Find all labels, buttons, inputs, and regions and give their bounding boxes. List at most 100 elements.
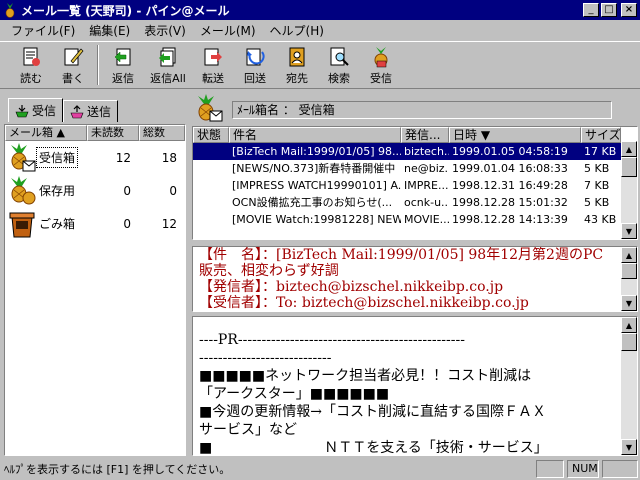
column-status[interactable]: 状態 xyxy=(193,127,229,143)
address-button[interactable]: 宛先 xyxy=(276,42,318,88)
reply-all-icon xyxy=(159,47,176,67)
maximize-button[interactable]: □ xyxy=(601,3,617,17)
read-icon xyxy=(23,47,40,66)
mail-subject: OCN設備拡充工事のお知らせ(... xyxy=(232,196,393,209)
folder-list-header: メール箱 ▲ 未読数 総数 xyxy=(5,125,185,141)
mailbox-header: ﾒｰﾙ箱名 ： 受信箱 xyxy=(192,92,638,124)
tab-outbox-label: 送信 xyxy=(87,105,112,119)
folder-name: 受信箱 xyxy=(35,147,79,168)
body-line: ---------------------------- xyxy=(199,350,332,366)
mail-size: 17 KB xyxy=(584,145,617,158)
reply-all-button[interactable]: 返信All xyxy=(144,42,192,88)
folder-unread: 12 xyxy=(115,150,131,165)
column-size[interactable]: サイズ xyxy=(581,127,621,143)
mail-date: 1998.12.28 15:01:32 xyxy=(452,196,568,209)
menu-mail[interactable]: メール(M) xyxy=(193,22,263,39)
mail-row[interactable]: OCN設備拡充工事のお知らせ(... ocnk-u... 1998.12.28 15… xyxy=(193,194,621,211)
mailbox-name-label: ﾒｰﾙ箱名 ： 受信箱 xyxy=(232,101,612,119)
column-unread[interactable]: 未読数 xyxy=(87,125,139,141)
folder-name: ごみ箱 xyxy=(39,217,76,231)
mail-size: 5 KB xyxy=(584,162,610,175)
tab-inbox[interactable]: 受信 xyxy=(8,98,64,122)
receive-icon xyxy=(374,47,388,68)
address-book-icon xyxy=(289,47,305,67)
folder-total: 18 xyxy=(161,150,177,165)
receive-button[interactable]: 受信 xyxy=(360,42,402,88)
forward-label: 転送 xyxy=(202,72,224,85)
body-preview-text: ----PR----------------------------------… xyxy=(199,331,613,455)
circulate-icon xyxy=(246,48,265,66)
scroll-up-button[interactable]: ▲ xyxy=(621,317,637,333)
circulate-label: 回送 xyxy=(244,72,266,85)
scroll-up-button[interactable]: ▲ xyxy=(621,247,637,263)
body-scrollbar[interactable]: ▲ ▼ xyxy=(621,317,637,455)
write-label: 書く xyxy=(62,72,84,85)
column-sender[interactable]: 発信... xyxy=(401,127,449,143)
mail-row[interactable]: [NEWS/NO.373]新春特番開催中 ne@biz...1999.01.04 … xyxy=(193,160,621,177)
mail-row[interactable]: [BizTech Mail:1999/01/05] 98...biztech..… xyxy=(193,143,621,160)
trash-box-icon xyxy=(9,212,35,237)
forward-button[interactable]: 転送 xyxy=(192,42,234,88)
circulate-button[interactable]: 回送 xyxy=(234,42,276,88)
tab-outbox[interactable]: 送信 xyxy=(63,100,119,122)
scroll-thumb[interactable] xyxy=(621,333,637,351)
menu-bar: ファイル(F) 編集(E) 表示(V) メール(M) ヘルプ(H) xyxy=(0,20,640,40)
folder-row-trash[interactable]: ごみ箱 0 12 xyxy=(5,207,185,240)
mail-date: 1998.12.31 16:49:28 xyxy=(452,179,568,192)
reply-label: 返信 xyxy=(112,72,134,85)
reply-button[interactable]: 返信 xyxy=(102,42,144,88)
write-button[interactable]: 書く xyxy=(52,42,94,88)
minimize-button[interactable]: _ xyxy=(583,3,599,17)
column-total[interactable]: 総数 xyxy=(139,125,185,141)
mail-sender: MOVIE... xyxy=(404,213,449,226)
mail-status xyxy=(193,160,229,177)
scroll-down-button[interactable]: ▼ xyxy=(621,439,637,455)
menu-help[interactable]: ヘルプ(H) xyxy=(263,22,331,39)
toolbar: 読む 書く 返信 返信All 転送 回送 宛先 検索 受信 xyxy=(0,41,640,89)
header-scrollbar[interactable]: ▲ ▼ xyxy=(621,247,637,311)
status-bar: ﾍﾙﾌﾟを表示するには [F1] を押してください。 NUM xyxy=(0,458,640,480)
scroll-down-button[interactable]: ▼ xyxy=(621,295,637,311)
body-line: ■今週の更新情報→「コスト削減に直結する国際ＦＡＸ xyxy=(199,404,546,420)
mail-row[interactable]: [IMPRESS WATCH19990101] A... IMPRE... 1998… xyxy=(193,177,621,194)
scroll-up-button[interactable]: ▲ xyxy=(621,141,637,157)
mail-rows: [BizTech Mail:1999/01/05] 98...biztech..… xyxy=(193,143,621,228)
pineapple-inbox-icon xyxy=(11,142,36,171)
scroll-thumb[interactable] xyxy=(621,263,637,279)
mail-sender: ocnk-u... xyxy=(404,196,449,209)
mail-sender: IMPRE... xyxy=(404,179,449,192)
mail-subject: [IMPRESS WATCH19990101] A... xyxy=(232,179,401,192)
toolbar-separator xyxy=(97,45,99,85)
folder-total: 12 xyxy=(161,216,177,231)
pineapple-app-icon[interactable] xyxy=(2,2,18,18)
menu-view[interactable]: 表示(V) xyxy=(137,22,193,39)
folder-row-inbox[interactable]: 受信箱 12 18 xyxy=(5,141,185,174)
scroll-down-button[interactable]: ▼ xyxy=(621,223,637,239)
close-button[interactable]: × xyxy=(621,3,637,17)
folder-unread: 0 xyxy=(123,216,131,231)
folder-name: 保存用 xyxy=(39,184,76,198)
column-date[interactable]: 日時 ▼ xyxy=(449,127,581,143)
status-num-indicator: NUM xyxy=(567,460,599,478)
tab-inbox-label: 受信 xyxy=(32,104,57,118)
mail-status xyxy=(193,143,229,160)
menu-file[interactable]: ファイル(F) xyxy=(4,22,82,39)
reply-all-label: 返信All xyxy=(150,72,186,85)
column-subject[interactable]: 件名 xyxy=(229,127,401,143)
menu-edit[interactable]: 編集(E) xyxy=(82,22,137,39)
read-button[interactable]: 読む xyxy=(10,42,52,88)
outbox-tray-icon xyxy=(70,104,84,118)
mail-date: 1999.01.05 04:58:19 xyxy=(452,145,568,158)
folder-total: 0 xyxy=(169,183,177,198)
scroll-thumb[interactable] xyxy=(621,157,637,177)
status-cell-empty xyxy=(602,460,638,478)
folder-row-saved[interactable]: 保存用 0 0 xyxy=(5,174,185,207)
search-button[interactable]: 検索 xyxy=(318,42,360,88)
mail-row[interactable]: [MOVIE Watch:19981228] NEW... MOVIE... 199… xyxy=(193,211,621,228)
mail-list-scrollbar[interactable]: ▲ ▼ xyxy=(621,141,637,239)
column-mailbox[interactable]: メール箱 ▲ xyxy=(5,125,87,141)
body-line: 「アークスター」■■■■■■ xyxy=(199,386,390,402)
mail-subject: [MOVIE Watch:19981228] NEW... xyxy=(232,213,401,226)
body-line: サービス」など xyxy=(199,422,297,438)
mail-status xyxy=(193,177,229,194)
